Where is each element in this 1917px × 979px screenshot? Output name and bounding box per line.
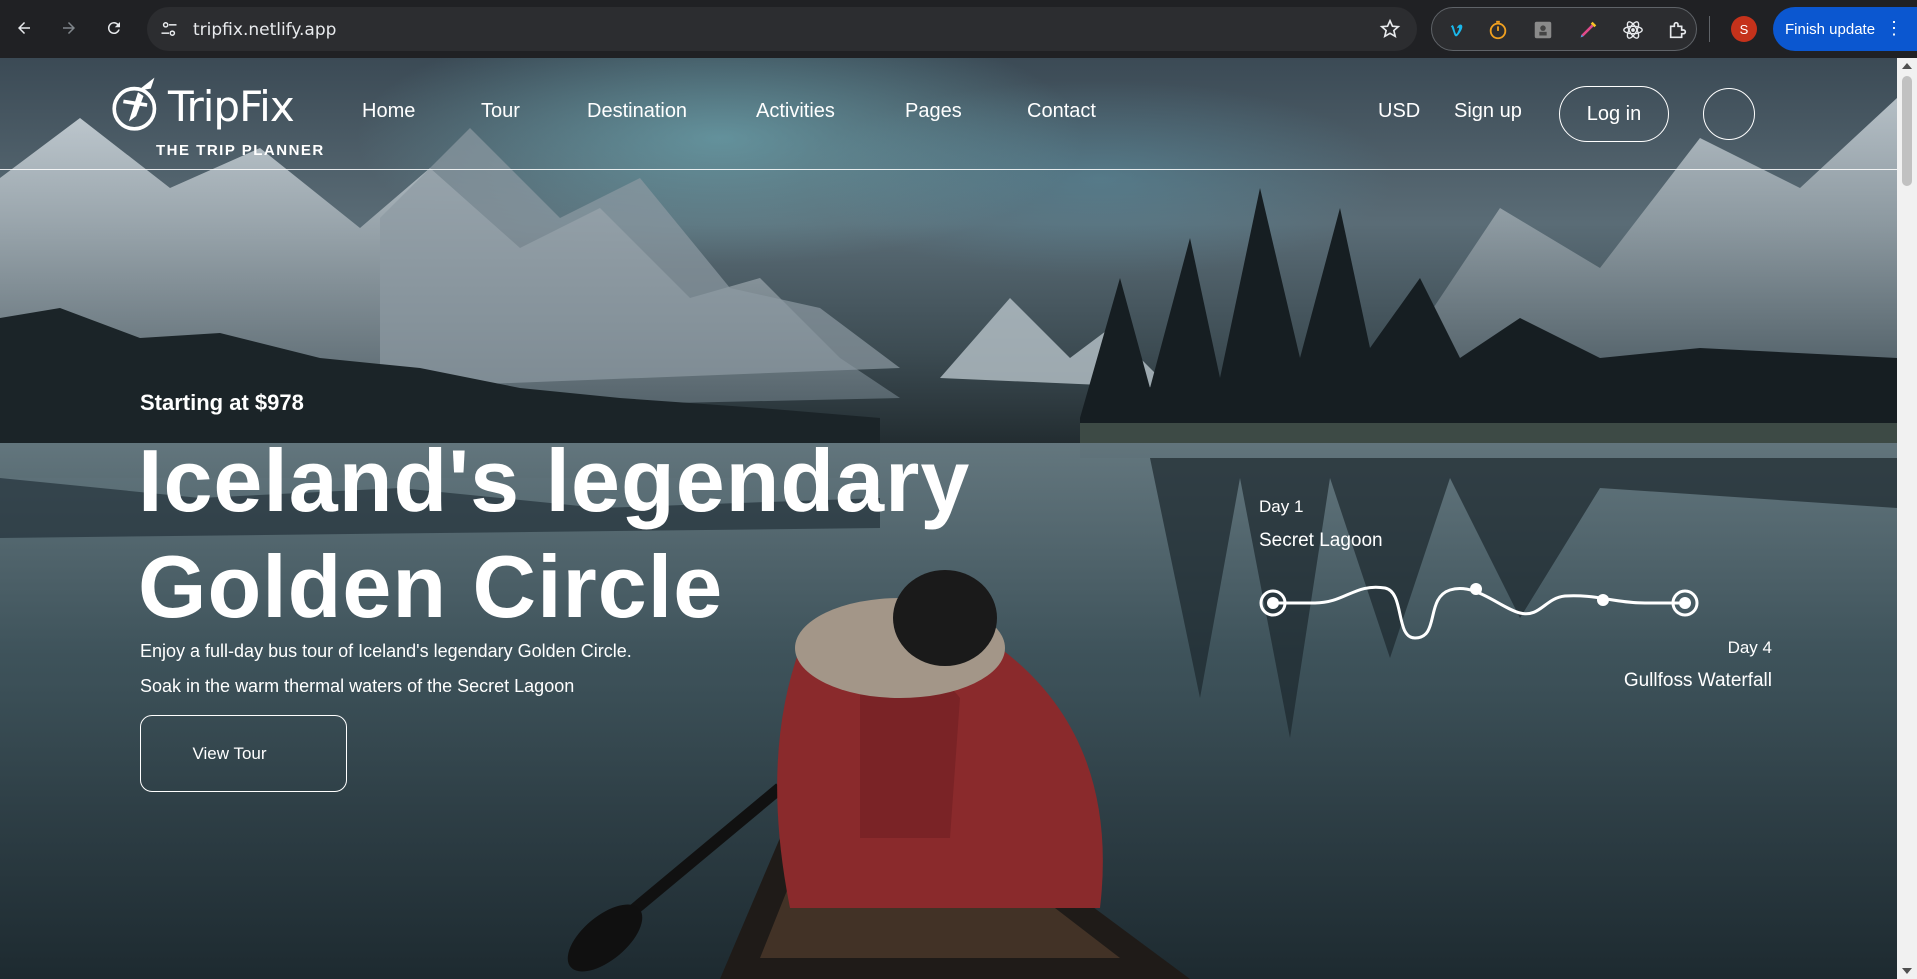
- airplane-logo-icon: [112, 77, 157, 131]
- arrow-right-icon: [63, 22, 75, 34]
- browser-toolbar: tripfix.netlify.app S Finish update ⋮: [0, 0, 1917, 58]
- arrow-left-icon: [18, 22, 30, 34]
- site-settings-icon[interactable]: [159, 19, 179, 39]
- timer-icon[interactable]: [1486, 18, 1510, 42]
- nav-destination[interactable]: Destination: [587, 100, 687, 123]
- nav-tour[interactable]: Tour: [481, 100, 520, 123]
- brand-tagline: THE TRIP PLANNER: [156, 142, 325, 159]
- itinerary-end-day: Day 4: [1727, 638, 1772, 657]
- menu-toggle-button[interactable]: [1703, 88, 1755, 140]
- nav-contact[interactable]: Contact: [1027, 100, 1096, 123]
- starting-price: Starting at $978: [140, 390, 304, 415]
- nav-pages[interactable]: Pages: [905, 100, 962, 123]
- react-icon[interactable]: [1621, 18, 1645, 42]
- color-picker-icon[interactable]: [1576, 18, 1600, 42]
- finish-update-button[interactable]: Finish update ⋮: [1773, 7, 1917, 51]
- nav-home[interactable]: Home: [362, 100, 415, 123]
- nav-activities[interactable]: Activities: [756, 100, 835, 123]
- reload-icon: [107, 22, 120, 35]
- currency-selector[interactable]: USD: [1378, 100, 1420, 123]
- header-divider: [0, 169, 1897, 170]
- more-vert-icon[interactable]: ⋮: [1885, 19, 1903, 37]
- itinerary-start-day: Day 1: [1259, 497, 1304, 516]
- hero-description-2: Soak in the warm thermal waters of the S…: [140, 676, 575, 696]
- scroll-up-arrow-icon[interactable]: [1902, 63, 1912, 69]
- bookmark-star-icon[interactable]: [1379, 18, 1401, 40]
- profile-avatar[interactable]: S: [1731, 16, 1757, 42]
- itinerary-end-place: Gullfoss Waterfall: [1623, 670, 1772, 691]
- scroll-down-arrow-icon[interactable]: [1902, 968, 1912, 974]
- puzzle-icon[interactable]: [1666, 18, 1690, 42]
- reload-button[interactable]: [100, 14, 128, 42]
- app-icon[interactable]: [1531, 18, 1555, 42]
- url-text[interactable]: tripfix.netlify.app: [193, 20, 336, 40]
- route-stop-marker: [1597, 594, 1609, 606]
- forward-button[interactable]: [55, 14, 83, 42]
- tripfix-logo[interactable]: TripFix THE TRIP PLANNER: [110, 70, 330, 159]
- extensions-bar: [1431, 7, 1697, 51]
- brand-name: TripFix: [168, 82, 295, 131]
- scrollbar-thumb[interactable]: [1902, 76, 1912, 186]
- headline-line-1: Iceland's legendary: [138, 431, 971, 530]
- toolbar-separator: [1709, 16, 1710, 42]
- back-button[interactable]: [10, 14, 38, 42]
- finish-update-label: Finish update: [1785, 20, 1876, 38]
- vimeo-icon[interactable]: [1447, 18, 1471, 42]
- route-stop-marker: [1470, 583, 1482, 595]
- address-bar[interactable]: tripfix.netlify.app: [147, 7, 1417, 51]
- view-tour-button[interactable]: View Tour: [140, 715, 347, 792]
- hero-section: TripFix THE TRIP PLANNER Home Tour Desti…: [0, 58, 1897, 979]
- itinerary-route: [1259, 583, 1699, 640]
- signup-link[interactable]: Sign up: [1454, 100, 1522, 123]
- headline-line-2: Golden Circle: [138, 537, 724, 636]
- hero-headline: Iceland's legendary Golden Circle: [138, 428, 1038, 640]
- hero-description-1: Enjoy a full-day bus tour of Iceland's l…: [140, 641, 632, 661]
- login-button[interactable]: Log in: [1559, 86, 1669, 142]
- page-scrollbar[interactable]: [1897, 58, 1917, 979]
- itinerary-start-place: Secret Lagoon: [1259, 530, 1383, 551]
